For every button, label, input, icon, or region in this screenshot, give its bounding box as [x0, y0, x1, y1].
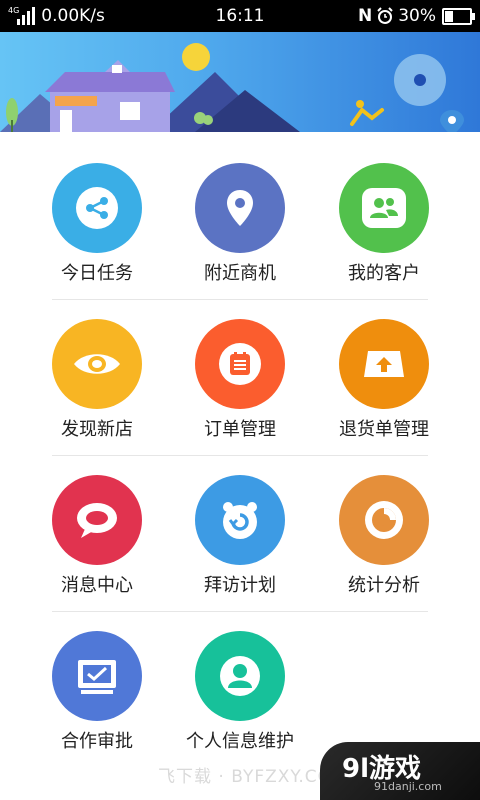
menu-item-return-management[interactable]: 退货单管理 — [304, 319, 464, 449]
location-pin-icon — [227, 190, 253, 226]
menu-icon-circle — [52, 319, 142, 409]
menu-item-message-center[interactable]: 消息中心 — [17, 475, 177, 605]
menu-item-visit-plan[interactable]: 拜访计划 — [160, 475, 320, 605]
status-bar: 4G 0.00K/s 16:11 N 30% — [0, 0, 480, 32]
menu-item-nearby-opportunities[interactable]: 附近商机 — [160, 163, 320, 293]
profile-icon — [220, 656, 260, 696]
menu-item-profile-maintenance[interactable]: 个人信息维护 — [160, 631, 320, 761]
customers-icon — [362, 188, 406, 228]
menu-item-label: 拜访计划 — [204, 575, 276, 596]
menu-item-label: 附近商机 — [204, 263, 276, 284]
menu-icon-circle — [339, 475, 429, 565]
menu-item-label: 个人信息维护 — [186, 731, 294, 752]
menu-item-label: 发现新店 — [61, 419, 133, 440]
header-banner — [0, 32, 480, 132]
nfc-icon: N — [357, 6, 373, 26]
menu-icon-circle — [339, 163, 429, 253]
battery-icon — [442, 7, 475, 25]
pie-chart-icon — [365, 501, 403, 539]
menu-icon-circle — [195, 475, 285, 565]
menu-item-label: 消息中心 — [61, 575, 133, 596]
menu-icon-circle — [52, 631, 142, 721]
return-box-icon — [364, 351, 404, 377]
row-divider — [52, 611, 428, 612]
menu-item-label: 订单管理 — [204, 419, 276, 440]
menu-item-label: 退货单管理 — [339, 419, 429, 440]
approval-check-icon — [78, 660, 116, 694]
battery-percent: 30% — [398, 6, 436, 26]
watermark-logo-url: 91danji.com — [374, 780, 442, 793]
menu-item-today-tasks[interactable]: 今日任务 — [17, 163, 177, 293]
share-icon — [76, 187, 118, 229]
row-divider — [52, 455, 428, 456]
menu-item-order-management[interactable]: 订单管理 — [160, 319, 320, 449]
menu-icon-circle — [195, 631, 285, 721]
banner-illustration — [0, 43, 464, 132]
menu-item-label: 统计分析 — [348, 575, 420, 596]
menu-icon-circle — [339, 319, 429, 409]
order-list-icon — [219, 343, 261, 385]
menu-item-label: 合作审批 — [61, 731, 133, 752]
menu-item-statistics[interactable]: 统计分析 — [304, 475, 464, 605]
menu-icon-circle — [195, 163, 285, 253]
menu-icon-circle — [52, 163, 142, 253]
menu-item-label: 我的客户 — [348, 263, 420, 284]
menu-item-my-customers[interactable]: 我的客户 — [304, 163, 464, 293]
menu-grid: 今日任务 附近商机 我的客户 发现新店 订单管理 退货单管理 消息中心 拜访计划… — [0, 132, 480, 800]
visit-plan-icon — [223, 502, 257, 539]
eye-icon — [74, 354, 120, 374]
alarm-icon — [377, 7, 393, 24]
menu-item-label: 今日任务 — [61, 263, 133, 284]
menu-icon-circle — [52, 475, 142, 565]
watermark-logo: 9l游戏 91danji.com — [320, 742, 480, 800]
menu-item-cooperation-approval[interactable]: 合作审批 — [17, 631, 177, 761]
menu-item-discover-new-stores[interactable]: 发现新店 — [17, 319, 177, 449]
chat-bubble-icon — [77, 503, 117, 538]
menu-icon-circle — [195, 319, 285, 409]
row-divider — [52, 299, 428, 300]
